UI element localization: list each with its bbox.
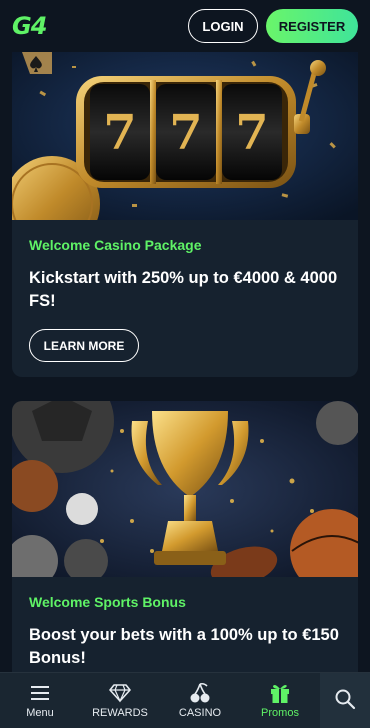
promo-title: Kickstart with 250% up to €4000 & 4000 F… [29,269,338,310]
promos-list: 7 7 7 Welcome Casino Package Kickstart w… [0,52,370,672]
svg-text:7: 7 [169,105,202,161]
nav-item-menu[interactable]: Menu [0,673,80,728]
register-button[interactable]: REGISTER [266,9,358,43]
search-button[interactable] [320,673,370,728]
svg-text:7: 7 [235,105,268,161]
login-button[interactable]: LOGIN [188,9,258,43]
slot-machine-image: 7 7 7 [12,52,358,220]
nav-item-rewards[interactable]: REWARDS [80,673,160,728]
promo-card-body: Welcome Sports Bonus Boost your bets wit… [12,594,358,670]
header-actions: LOGIN REGISTER [188,9,358,43]
cherries-icon [189,682,211,704]
nav-item-casino[interactable]: CASINO [160,673,240,728]
nav-label: CASINO [178,707,222,719]
promo-tag: Welcome Casino Package [29,237,202,253]
promo-card-sports[interactable]: Welcome Sports Bonus Boost your bets wit… [12,401,358,672]
promo-tag: Welcome Sports Bonus [29,594,186,610]
trophy-image [12,401,358,577]
promo-title: Boost your bets with a 100% up to €150 B… [29,626,339,667]
menu-icon [29,682,51,704]
bottom-nav: Menu REWARDS CASINO Promos [0,672,370,728]
gift-icon [269,682,291,704]
header: G4 LOGIN REGISTER [0,0,370,52]
nav-item-promos[interactable]: Promos [240,673,320,728]
svg-text:7: 7 [103,105,136,161]
nav-label: Promos [261,707,299,719]
logo[interactable]: G4 [12,12,47,40]
search-icon [334,688,356,715]
diamond-icon [109,682,131,704]
nav-label: REWARDS [92,707,148,719]
promo-card-casino[interactable]: 7 7 7 Welcome Casino Package Kickstart w… [12,52,358,377]
nav-label: Menu [26,707,54,719]
promo-card-body: Welcome Casino Package Kickstart with 25… [12,237,358,362]
learn-more-button[interactable]: LEARN MORE [29,329,139,362]
